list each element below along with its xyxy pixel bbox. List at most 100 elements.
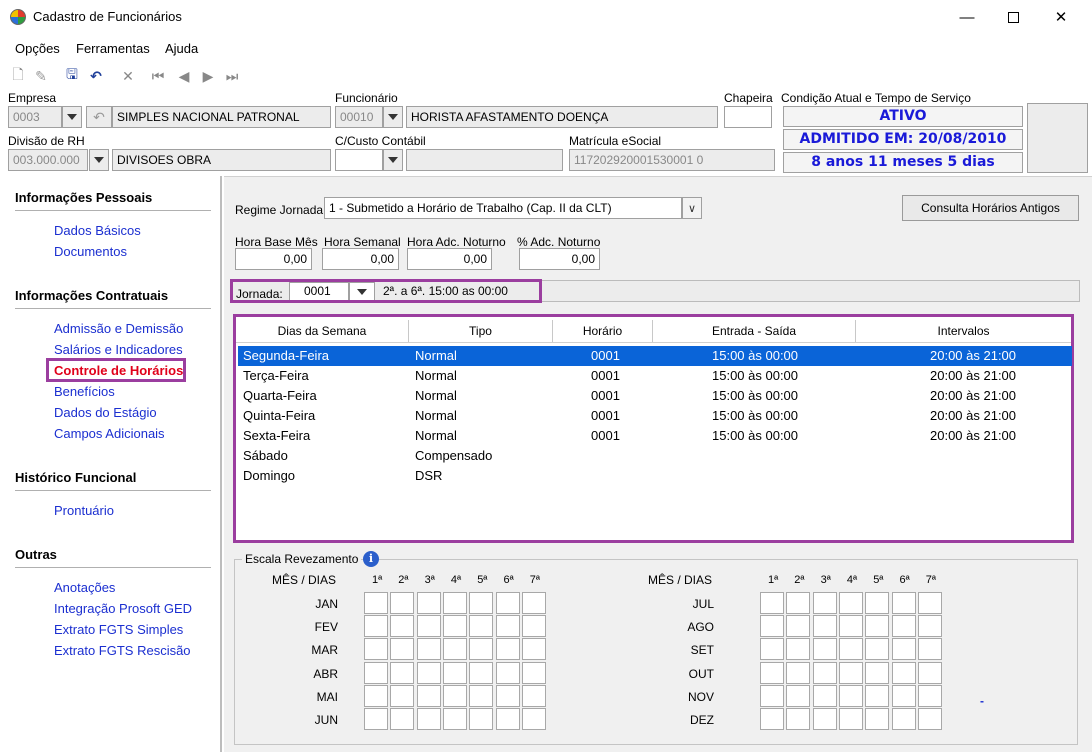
funcionario-code-field[interactable]: 00010 — [335, 106, 383, 128]
escala-cell[interactable] — [521, 684, 546, 707]
escala-cell[interactable] — [891, 684, 916, 707]
maximize-button[interactable] — [990, 0, 1036, 34]
escala-cell[interactable] — [469, 708, 494, 730]
escala-cell[interactable] — [469, 684, 494, 707]
escala-cell[interactable] — [442, 615, 467, 638]
edit-icon[interactable]: ✎ — [31, 66, 51, 86]
escala-cell[interactable] — [760, 615, 784, 638]
table-row[interactable]: Sexta-Feira Normal 0001 15:00 às 00:00 20:00… — [238, 426, 1072, 446]
escala-cell[interactable] — [469, 661, 494, 684]
escala-cell[interactable] — [521, 661, 546, 684]
escala-cell[interactable] — [390, 708, 415, 730]
escala-cell[interactable] — [469, 615, 494, 638]
sidebar-item-anotacoes[interactable]: Anotações — [54, 580, 115, 595]
escala-cell[interactable] — [760, 592, 784, 614]
first-record-icon[interactable]: ⏮ — [148, 66, 168, 86]
escala-cell[interactable] — [865, 615, 890, 638]
hora-semanal-input[interactable]: 0,00 — [322, 248, 399, 270]
escala-cell[interactable] — [364, 708, 388, 730]
escala-cell[interactable] — [760, 684, 784, 707]
table-row[interactable]: Sábado Compensado — [238, 446, 1072, 466]
column-header-intervalos[interactable]: Intervalos — [856, 320, 1071, 342]
sidebar-item-campos-adicionais[interactable]: Campos Adicionais — [54, 426, 165, 441]
escala-cell[interactable] — [364, 638, 388, 661]
escala-cell[interactable] — [390, 684, 415, 707]
escala-cell[interactable] — [416, 615, 441, 638]
escala-cell[interactable] — [416, 638, 441, 661]
sidebar-item-dados-basicos[interactable]: Dados Básicos — [54, 223, 141, 238]
escala-cell[interactable] — [891, 592, 916, 614]
escala-cell[interactable] — [838, 638, 863, 661]
hora-adc-input[interactable]: 0,00 — [407, 248, 492, 270]
escala-cell[interactable] — [442, 708, 467, 730]
escala-cell[interactable] — [495, 638, 520, 661]
divisao-code-field[interactable]: 003.000.000 — [8, 149, 88, 171]
escala-cell[interactable] — [786, 638, 811, 661]
escala-cell[interactable] — [786, 592, 811, 614]
photo-box[interactable] — [1027, 103, 1088, 173]
save-icon[interactable]: 🖫 — [62, 66, 82, 86]
escala-cell[interactable] — [442, 684, 467, 707]
escala-cell[interactable] — [364, 684, 388, 707]
sidebar-item-integracao-ged[interactable]: Integração Prosoft GED — [54, 601, 192, 616]
escala-cell[interactable] — [865, 592, 890, 614]
regime-dropdown[interactable]: ∨ — [682, 197, 702, 219]
escala-cell[interactable] — [469, 638, 494, 661]
column-header-horario[interactable]: Horário — [553, 320, 653, 342]
escala-cell[interactable] — [812, 638, 837, 661]
escala-cell[interactable] — [390, 638, 415, 661]
empresa-dropdown[interactable] — [62, 106, 82, 128]
escala-cell[interactable] — [442, 661, 467, 684]
divisao-dropdown[interactable] — [89, 149, 109, 171]
column-header-tipo[interactable]: Tipo — [409, 320, 553, 342]
escala-cell[interactable] — [364, 592, 388, 614]
escala-cell[interactable] — [917, 708, 942, 730]
sidebar-item-extrato-simples[interactable]: Extrato FGTS Simples — [54, 622, 183, 637]
escala-cell[interactable] — [812, 684, 837, 707]
escala-cell[interactable] — [760, 638, 784, 661]
escala-cell[interactable] — [865, 638, 890, 661]
consulta-horarios-button[interactable]: Consulta Horários Antigos — [902, 195, 1079, 221]
escala-cell[interactable] — [812, 708, 837, 730]
escala-cell[interactable] — [760, 708, 784, 730]
escala-cell[interactable] — [390, 592, 415, 614]
escala-cell[interactable] — [917, 661, 942, 684]
menu-ajuda[interactable]: Ajuda — [165, 41, 198, 56]
previous-record-icon[interactable]: ◀ — [174, 66, 194, 86]
sidebar-item-documentos[interactable]: Documentos — [54, 244, 127, 259]
escala-cell[interactable] — [891, 661, 916, 684]
info-icon[interactable]: i — [363, 551, 379, 567]
close-button[interactable]: ✕ — [1038, 0, 1084, 34]
escala-cell[interactable] — [390, 615, 415, 638]
escala-cell[interactable] — [917, 638, 942, 661]
escala-cell[interactable] — [891, 708, 916, 730]
escala-cell[interactable] — [865, 661, 890, 684]
escala-cell[interactable] — [495, 615, 520, 638]
menu-ferramentas[interactable]: Ferramentas — [76, 41, 150, 56]
escala-cell[interactable] — [469, 592, 494, 614]
escala-cell[interactable] — [364, 661, 388, 684]
custo-code-field[interactable] — [335, 149, 383, 171]
escala-cell[interactable] — [786, 684, 811, 707]
hora-base-input[interactable]: 0,00 — [235, 248, 312, 270]
sidebar-item-estagio[interactable]: Dados do Estágio — [54, 405, 157, 420]
column-header-entrada-saida[interactable]: Entrada - Saída — [653, 320, 856, 342]
cancel-icon[interactable]: ✕ — [118, 66, 138, 86]
escala-cell[interactable] — [917, 592, 942, 614]
chapeira-field[interactable] — [724, 106, 772, 128]
sidebar-item-prontuario[interactable]: Prontuário — [54, 503, 114, 518]
pct-adc-input[interactable]: 0,00 — [519, 248, 600, 270]
new-document-icon[interactable]: 🗋 — [8, 66, 28, 86]
escala-cell[interactable] — [521, 638, 546, 661]
escala-cell[interactable] — [786, 708, 811, 730]
sidebar-item-admissao[interactable]: Admissão e Demissão — [54, 321, 183, 336]
escala-cell[interactable] — [812, 661, 837, 684]
sidebar-item-beneficios[interactable]: Benefícios — [54, 384, 115, 399]
escala-cell[interactable] — [891, 615, 916, 638]
regime-select[interactable]: 1 - Submetido a Horário de Trabalho (Cap… — [324, 197, 682, 219]
table-row[interactable]: Quinta-Feira Normal 0001 15:00 às 00:00 20:0… — [238, 406, 1072, 426]
escala-cell[interactable] — [917, 615, 942, 638]
escala-cell[interactable] — [838, 661, 863, 684]
next-record-icon[interactable]: ▶ — [198, 66, 218, 86]
escala-cell[interactable] — [865, 684, 890, 707]
